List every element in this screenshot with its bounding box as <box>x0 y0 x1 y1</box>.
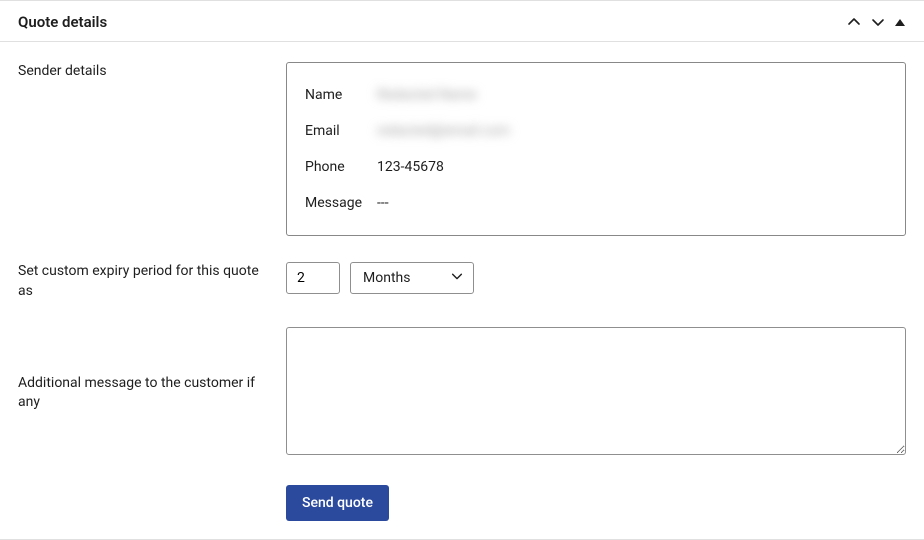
sender-phone-label: Phone <box>305 159 377 175</box>
sender-message-row: Message --- <box>305 185 887 221</box>
collapse-triangle-icon[interactable] <box>894 16 906 28</box>
panel-body: Sender details Name Redacted Name Email … <box>0 42 924 539</box>
additional-message-label: Additional message to the customer if an… <box>18 374 286 413</box>
chevron-up-icon[interactable] <box>846 14 862 30</box>
chevron-down-icon[interactable] <box>870 14 886 30</box>
expiry-row: Set custom expiry period for this quote … <box>18 262 906 301</box>
quote-details-panel: Quote details Sender details Name Redact… <box>0 0 924 540</box>
sender-details-label: Sender details <box>18 62 286 82</box>
panel-header: Quote details <box>0 1 924 42</box>
expiry-label: Set custom expiry period for this quote … <box>18 262 286 301</box>
panel-title: Quote details <box>18 13 107 31</box>
sender-name-row: Name Redacted Name <box>305 77 887 113</box>
sender-message-value: --- <box>377 195 389 211</box>
additional-message-textarea[interactable] <box>286 327 906 455</box>
sender-name-value: Redacted Name <box>377 87 477 103</box>
sender-email-value: redacted@email.com <box>377 123 510 139</box>
sender-phone-row: Phone 123-45678 <box>305 149 887 185</box>
sender-name-label: Name <box>305 87 377 103</box>
additional-message-row: Additional message to the customer if an… <box>18 327 906 459</box>
panel-header-controls <box>846 14 906 30</box>
expiry-unit-select[interactable]: Months <box>350 262 474 294</box>
sender-email-row: Email redacted@email.com <box>305 113 887 149</box>
expiry-controls: Months <box>286 262 906 294</box>
sender-details-box: Name Redacted Name Email redacted@email.… <box>286 62 906 236</box>
sender-details-row: Sender details Name Redacted Name Email … <box>18 62 906 236</box>
expiry-number-input[interactable] <box>286 262 340 294</box>
sender-message-label: Message <box>305 195 377 211</box>
sender-email-label: Email <box>305 123 377 139</box>
sender-phone-value: 123-45678 <box>377 159 444 175</box>
expiry-unit-value: Months <box>350 262 474 294</box>
